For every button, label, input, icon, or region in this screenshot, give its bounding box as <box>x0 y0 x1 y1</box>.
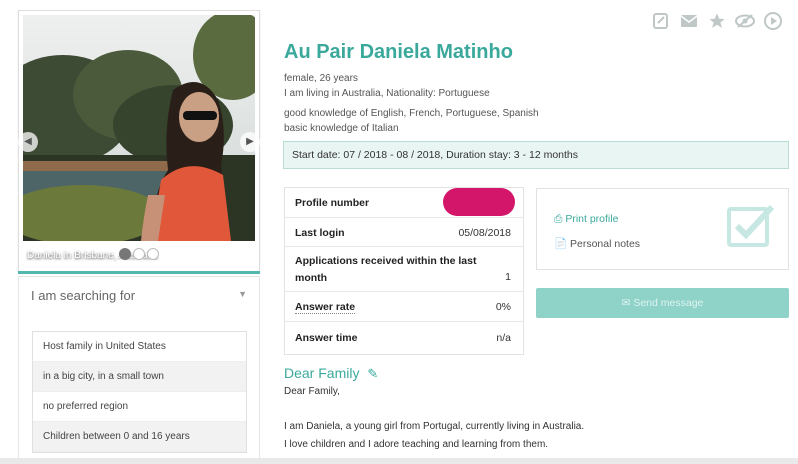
answer-rate-label[interactable]: Answer rate <box>295 301 356 314</box>
table-row: Answer time n/a <box>285 322 523 354</box>
print-profile-label: Print profile <box>565 213 619 225</box>
checkbox-icon <box>726 203 776 252</box>
scrollbar-track[interactable] <box>0 458 798 464</box>
letter-line: I am Daniela, a young girl from Portugal… <box>284 421 585 432</box>
star-icon[interactable] <box>706 10 728 32</box>
letter-greeting: Dear Family, <box>284 386 340 397</box>
chevron-down-icon[interactable]: ▼ <box>238 289 247 299</box>
carousel-dot-2[interactable] <box>133 248 145 260</box>
printer-icon: ⎙ <box>554 213 563 225</box>
table-row: Answer rate 0% <box>285 292 523 322</box>
edit-note-icon[interactable] <box>650 10 672 32</box>
answer-time-value: n/a <box>496 332 511 344</box>
languages-good: good knowledge of English, French, Portu… <box>284 108 539 119</box>
table-row: Applications received within the last mo… <box>285 247 523 292</box>
searching-for-list: Host family in United States in a big ci… <box>32 331 247 453</box>
profile-photo[interactable] <box>23 15 255 241</box>
chevron-right-icon[interactable]: ▶ <box>240 132 260 152</box>
last-login-label: Last login <box>295 227 345 239</box>
envelope-icon[interactable] <box>678 10 700 32</box>
envelope-icon: ✉ <box>621 297 631 309</box>
answer-rate-value: 0% <box>495 301 511 313</box>
notes-icon: 📄 <box>554 238 568 250</box>
pencil-icon[interactable]: ✎ <box>367 366 378 381</box>
table-row: Last login 05/08/2018 <box>285 218 523 247</box>
list-item: no preferred region <box>33 392 246 422</box>
letter-title-text: Dear Family <box>284 365 360 381</box>
profile-name: Au Pair Daniela Matinho <box>284 41 513 63</box>
letter-title: Dear Family ✎ <box>284 365 378 382</box>
searching-for-panel: I am searching for ▼ Host family in Unit… <box>18 276 260 464</box>
searching-for-header[interactable]: I am searching for <box>31 288 135 303</box>
photo-carousel: Daniela in Brisbane, Australia ◀ ▶ <box>18 10 260 274</box>
answer-time-label: Answer time <box>295 332 358 344</box>
list-item: Host family in United States <box>33 332 246 362</box>
send-message-button[interactable]: ✉ Send message <box>536 288 789 318</box>
hide-eye-icon[interactable] <box>734 10 756 32</box>
start-date-bar: Start date: 07 / 2018 - 08 / 2018, Durat… <box>283 141 789 169</box>
list-item: in a big city, in a small town <box>33 362 246 392</box>
applications-value: 1 <box>505 271 511 283</box>
last-login-value: 05/08/2018 <box>458 227 511 239</box>
personal-notes-link[interactable]: 📄 Personal notes <box>554 237 640 250</box>
redaction-mark <box>443 188 515 216</box>
list-item: Children between 0 and 16 years <box>33 422 246 452</box>
carousel-dot-3[interactable] <box>147 248 159 260</box>
personal-notes-label: Personal notes <box>570 238 641 250</box>
profile-number-label: Profile number <box>295 197 370 209</box>
letter-line: I love children and I adore teaching and… <box>284 439 549 450</box>
applications-label: Applications received within the last mo… <box>295 255 477 284</box>
table-row: Profile number <box>285 188 523 218</box>
send-message-label: Send message <box>633 297 704 309</box>
profile-stats-table: Profile number Last login 05/08/2018 App… <box>284 187 524 355</box>
profile-toolbar <box>650 10 784 32</box>
gender-age: female, 26 years <box>284 73 358 84</box>
carousel-dots <box>119 248 159 260</box>
location-nationality: I am living in Australia, Nationality: P… <box>284 88 490 99</box>
chevron-left-icon[interactable]: ◀ <box>18 132 38 152</box>
carousel-dot-1[interactable] <box>119 248 131 260</box>
print-profile-link[interactable]: ⎙ Print profile <box>554 213 618 226</box>
play-icon[interactable] <box>762 10 784 32</box>
languages-basic: basic knowledge of Italian <box>284 123 399 134</box>
profile-actions-box: ⎙ Print profile 📄 Personal notes <box>536 188 789 270</box>
